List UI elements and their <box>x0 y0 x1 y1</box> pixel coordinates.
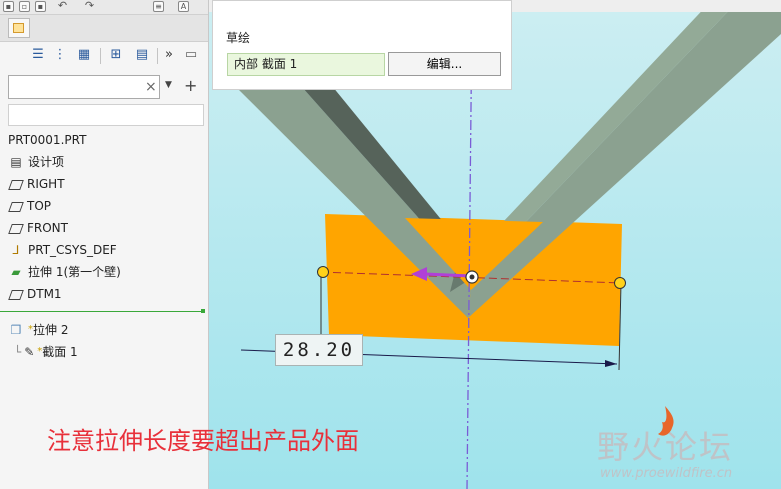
placement-panel: 草绘 内部 截面 1 编辑... <box>212 0 512 90</box>
datum-plane-icon <box>8 289 24 300</box>
drag-handle-center-dot <box>469 274 475 280</box>
insert-indicator[interactable] <box>0 311 204 312</box>
tree-filter-icon[interactable]: ⋮ <box>52 47 68 63</box>
annotation-icon[interactable]: A <box>178 1 189 12</box>
tree-item-label: PRT_CSYS_DEF <box>28 243 117 257</box>
tree-item-label: TOP <box>27 199 52 213</box>
model-tree-panel: ▪ ▫ ▪ ↶ ↷ ≡ A ☰ ⋮ ▦ ⊞ ▤ » ▭ × ▼ + PRT000… <box>0 0 209 489</box>
new-icon[interactable]: ▪ <box>3 1 14 12</box>
tree-item-extrude-2[interactable]: ❒ *拉伸 2 <box>8 320 69 340</box>
section-collector[interactable]: 内部 截面 1 <box>227 53 385 76</box>
more-icon[interactable]: » <box>161 47 177 63</box>
datum-plane-icon <box>8 201 24 212</box>
datum-plane-icon <box>8 179 24 190</box>
layer-tree-icon[interactable]: ▤ <box>134 47 150 63</box>
notes-icon[interactable]: ▭ <box>183 47 199 63</box>
tree-item-part[interactable]: PRT0001.PRT <box>8 130 86 150</box>
sketch-icon: ✎ <box>24 345 35 359</box>
close-icon[interactable]: × <box>145 79 157 95</box>
tree-item-top[interactable]: TOP <box>8 196 51 216</box>
save-icon[interactable]: ▪ <box>35 1 46 12</box>
tree-item-design-items[interactable]: ▤ 设计项 <box>8 152 64 172</box>
tree-item-csys[interactable]: ⅃ PRT_CSYS_DEF <box>8 240 117 260</box>
tree-item-label: 拉伸 1(第一个壁) <box>28 265 121 279</box>
tree-item-right[interactable]: RIGHT <box>8 174 65 194</box>
flame-icon <box>658 406 674 436</box>
insert-indicator-handle[interactable] <box>201 309 205 313</box>
open-icon[interactable]: ▫ <box>19 1 30 12</box>
tree-item-front[interactable]: FRONT <box>8 218 68 238</box>
drag-handle-right <box>614 277 626 289</box>
filter-area <box>8 104 204 126</box>
tree-item-extrude-1[interactable]: ▰ 拉伸 1(第一个壁) <box>8 262 121 282</box>
edit-button[interactable]: 编辑... <box>388 52 501 76</box>
tree-connector: └ <box>14 345 22 359</box>
tree-item-dtm1[interactable]: DTM1 <box>8 284 62 304</box>
annotation-text: 注意拉伸长度要超出产品外面 <box>47 427 359 455</box>
watermark-url: www.proewildfire.cn <box>600 466 733 481</box>
tree-item-label: 设计项 <box>28 155 65 169</box>
tree-item-label: RIGHT <box>27 177 65 191</box>
extrude-icon: ▰ <box>11 265 21 279</box>
direction-arrow-shaft <box>424 272 472 278</box>
search-input[interactable] <box>8 75 160 99</box>
chevron-down-icon[interactable]: ▼ <box>165 80 172 90</box>
tree-item-label: DTM1 <box>27 287 62 301</box>
undo-icon[interactable]: ↶ <box>57 0 68 12</box>
tree-columns-icon[interactable]: ☰ <box>30 47 46 63</box>
datum-plane-icon <box>8 223 24 234</box>
quick-access-toolbar: ▪ ▫ ▪ ↶ ↷ ≡ A <box>0 0 208 15</box>
drag-handle-left <box>317 266 329 278</box>
model-tree-toolbar: ☰ ⋮ ▦ ⊞ ▤ » ▭ <box>0 43 208 69</box>
redo-icon[interactable]: ↷ <box>84 0 95 12</box>
tree-settings-icon[interactable]: ▦ <box>76 47 92 63</box>
toolbar-divider <box>100 48 101 64</box>
model-tree-tab-icon[interactable] <box>8 18 30 38</box>
tree-item-sketch-1[interactable]: └ ✎ *截面 1 <box>14 342 78 362</box>
tree-item-label: FRONT <box>27 221 68 235</box>
tree-item-label: PRT0001.PRT <box>8 133 87 147</box>
tree-item-label: 拉伸 2 <box>33 323 69 337</box>
sketch-label: 草绘 <box>226 31 251 45</box>
regenerate-icon[interactable]: ≡ <box>153 1 164 12</box>
add-icon[interactable]: + <box>184 76 197 95</box>
dimension-value[interactable]: 28.20 <box>275 334 363 366</box>
show-icon[interactable]: ⊞ <box>108 47 124 63</box>
design-items-icon: ▤ <box>10 155 22 169</box>
toolbar-divider <box>157 48 158 64</box>
tree-item-label: 截面 1 <box>42 345 78 359</box>
csys-icon: ⅃ <box>12 243 20 257</box>
navigator-tab-row <box>0 15 208 42</box>
extrude-new-icon: ❒ <box>10 323 22 337</box>
